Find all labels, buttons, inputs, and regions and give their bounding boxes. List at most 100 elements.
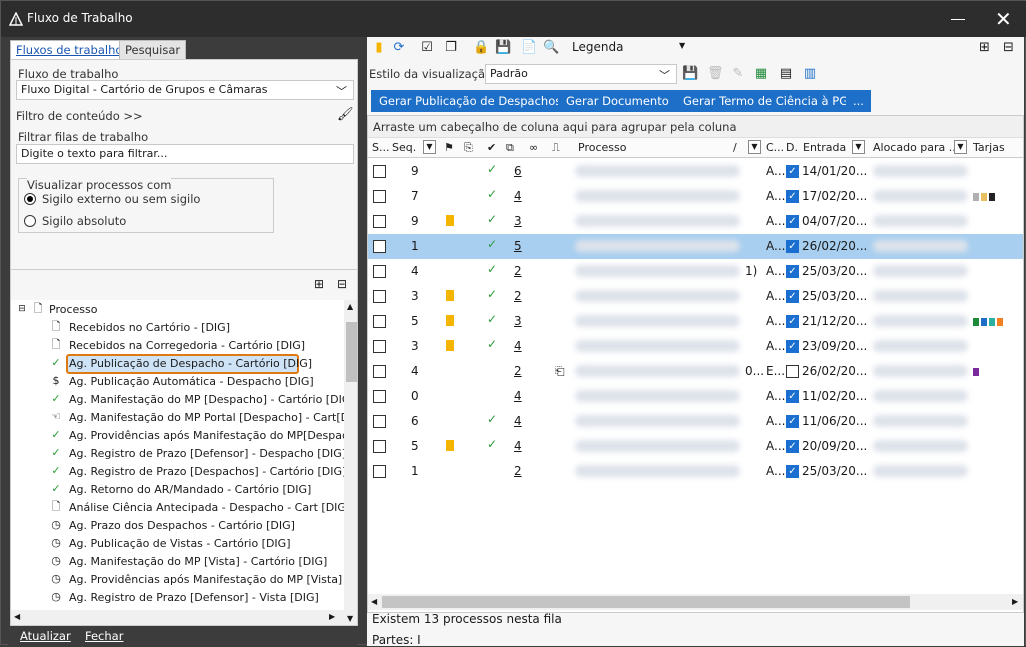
tree-item[interactable]: 🗋 Recebidos no Cartório - [DIG] <box>11 320 341 338</box>
row-checkbox[interactable] <box>373 190 386 203</box>
row-checkbox[interactable] <box>373 265 386 278</box>
col-processo-filter-icon[interactable]: ▼ <box>748 140 761 154</box>
tab-fluxos[interactable]: Fluxos de trabalho <box>10 40 129 59</box>
tree-item[interactable]: ✓ Ag. Manifestação do MP [Despacho] - Car… <box>11 392 344 410</box>
scroll-up-icon[interactable]: ▲ <box>347 302 353 311</box>
d-checkbox[interactable]: ✓ <box>786 415 799 428</box>
collapse-icon[interactable]: ⊟ <box>1003 40 1014 55</box>
row-checkbox[interactable] <box>373 315 386 328</box>
table-row[interactable]: 7 ✓ 4 A... ✓ 17/02/20... <box>368 184 1023 209</box>
col-c[interactable]: C... <box>766 141 784 154</box>
d-checkbox[interactable]: ✓ <box>786 240 799 253</box>
table-row[interactable]: 0 4 A... ✓ 11/02/20... <box>368 384 1023 409</box>
brush-icon[interactable]: 🖌 <box>337 107 354 122</box>
d-checkbox[interactable]: ✓ <box>786 265 799 278</box>
col-seq-filter-icon[interactable]: ▼ <box>423 140 436 154</box>
row-checkbox[interactable] <box>373 465 386 478</box>
gerar-termo-button[interactable]: Gerar Termo de Ciência à PGJ <box>675 90 860 112</box>
col-tree-icon[interactable]: ⧉ <box>506 141 514 155</box>
table-row[interactable]: 1 2 A... ✓ 25/03/20... <box>368 459 1023 484</box>
d-checkbox[interactable]: ✓ <box>786 390 799 403</box>
radio-sigilo-externo[interactable] <box>24 193 36 205</box>
row-checkbox[interactable] <box>373 440 386 453</box>
copy-icon[interactable]: ❐ <box>443 40 459 56</box>
tree-item[interactable]: ✓ Ag. Registro de Prazo [Despachos] - Car… <box>11 464 344 482</box>
tree-item[interactable]: ✓ Ag. Providências após Manifestação do M… <box>11 428 344 446</box>
table-row[interactable]: 9 ✓ 6 A... ✓ 14/01/20... <box>368 159 1023 184</box>
fechar-button[interactable]: Fechar <box>85 629 123 643</box>
tree-item[interactable]: 🗋 Análise Ciência Antecipada - Despacho -… <box>11 500 344 518</box>
more-button[interactable]: ... <box>846 90 871 112</box>
tree-item[interactable]: ◷ Ag. Manifestação do MP [Vista] - Cartór… <box>11 554 341 572</box>
grid-scroll-right-icon[interactable]: ▶ <box>1012 597 1018 606</box>
col-check-icon[interactable]: ✔ <box>487 141 496 154</box>
tree-scroll-thumb[interactable] <box>346 322 357 382</box>
table-row[interactable]: 9 ✓ 3 A... ✓ 04/07/20... <box>368 209 1023 234</box>
document-list-icon[interactable]: ▤ <box>778 66 794 82</box>
table-row[interactable]: 4 2 ⎗ 0... E... 26/02/20... <box>368 359 1023 384</box>
d-checkbox[interactable]: ✓ <box>786 190 799 203</box>
tree-item[interactable]: $ Ag. Publicação Automática - Despacho [D… <box>11 374 341 392</box>
save-lock-icon[interactable]: 💾 <box>495 40 511 56</box>
atualizar-button[interactable]: Atualizar <box>20 629 71 643</box>
col-entrada[interactable]: Entrada <box>803 141 846 154</box>
grid-scroll-thumb[interactable] <box>382 596 910 608</box>
fluxo-select[interactable]: Fluxo Digital - Cartório de Grupos e Câm… <box>16 80 354 100</box>
close-icon[interactable]: ✕ <box>995 9 1012 29</box>
minimize-icon[interactable] <box>951 19 965 20</box>
bookmark-icon[interactable]: ▮ <box>371 40 387 56</box>
filtro-conteudo-link[interactable]: Filtro de conteúdo >> <box>16 109 143 123</box>
d-checkbox[interactable]: ✓ <box>786 465 799 478</box>
col-seq[interactable]: Seq. <box>392 141 416 154</box>
tree-root[interactable]: ⊟ 🗋 Processo <box>11 302 341 320</box>
tree-item[interactable]: ✓ Ag. Registro de Prazo [Defensor] - Desp… <box>11 446 344 464</box>
d-checkbox[interactable]: ✓ <box>786 290 799 303</box>
col-s[interactable]: S... <box>372 141 389 154</box>
excel-icon[interactable]: ▦ <box>753 66 769 82</box>
row-number-link[interactable]: 4 <box>514 189 522 203</box>
table-row[interactable]: 1 ✓ 5 A... ✓ 26/02/20... <box>368 234 1023 259</box>
tree-item[interactable]: ◷ Ag. Providências após Manifestação do M… <box>11 572 342 590</box>
refresh-icon[interactable]: ⟳ <box>391 40 407 56</box>
expand-icon[interactable]: ⊞ <box>979 40 990 55</box>
legenda-dropdown[interactable]: Legenda <box>572 40 623 54</box>
row-number-link[interactable]: 3 <box>514 314 522 328</box>
row-checkbox[interactable] <box>373 415 386 428</box>
gerar-documento-button[interactable]: Gerar Documento <box>558 90 677 112</box>
col-tarjas[interactable]: Tarjas <box>973 141 1005 154</box>
columns-icon[interactable]: ▥ <box>802 66 818 82</box>
d-checkbox[interactable]: ✓ <box>786 215 799 228</box>
tree-item[interactable]: ◷ Ag. Publicação de Vistas - Cartório [DI… <box>11 536 341 554</box>
d-checkbox[interactable]: ✓ <box>786 315 799 328</box>
expand-tree-icon[interactable]: ⊞ <box>314 277 324 291</box>
filter-input[interactable]: Digite o texto para filtrar... <box>16 144 354 164</box>
row-checkbox[interactable] <box>373 390 386 403</box>
table-row[interactable]: 4 ✓ 2 1) A... ✓ 25/03/20... <box>368 259 1023 284</box>
row-number-link[interactable]: 4 <box>514 414 522 428</box>
table-row[interactable]: 5 ✓ 3 A... ✓ 21/12/20... <box>368 309 1023 334</box>
grid-horizontal-scrollbar[interactable]: ◀ ▶ <box>368 594 1023 610</box>
tree-item[interactable]: ✓ Ag. Retorno do AR/Mandado - Cartório [D… <box>11 482 341 500</box>
row-number-link[interactable]: 5 <box>514 239 522 253</box>
legenda-chevron-icon[interactable]: ▼ <box>679 41 685 50</box>
table-row[interactable]: 5 ✓ 4 A... ✓ 20/09/20... <box>368 434 1023 459</box>
row-number-link[interactable]: 2 <box>514 289 522 303</box>
tree-item[interactable]: ✓ Ag. Publicação de Despacho - Cartório [… <box>11 354 341 374</box>
collapse-tree-icon[interactable]: ⊟ <box>337 277 347 291</box>
d-checkbox[interactable] <box>786 365 799 378</box>
row-number-link[interactable]: 2 <box>514 264 522 278</box>
scroll-left-icon[interactable]: ◀ <box>14 612 20 621</box>
col-alocado[interactable]: Alocado para ... <box>873 141 959 154</box>
row-number-link[interactable]: 4 <box>514 389 522 403</box>
row-number-link[interactable]: 4 <box>514 339 522 353</box>
col-processo-sort-icon[interactable]: / <box>733 141 737 154</box>
table-row[interactable]: 3 ✓ 4 A... ✓ 23/09/20... <box>368 334 1023 359</box>
row-number-link[interactable]: 2 <box>514 464 522 478</box>
col-lock-icon[interactable]: ⎍ <box>552 141 560 155</box>
search-doc-icon[interactable]: 🔍 <box>543 40 559 56</box>
gerar-publicacao-button[interactable]: Gerar Publicação de Despachos <box>371 90 570 112</box>
col-flag-icon[interactable]: ⚑ <box>444 141 454 154</box>
row-checkbox[interactable] <box>373 365 386 378</box>
col-attach-icon[interactable]: ⎘ <box>464 141 473 155</box>
collapse-node-icon[interactable]: ⊟ <box>15 302 29 316</box>
